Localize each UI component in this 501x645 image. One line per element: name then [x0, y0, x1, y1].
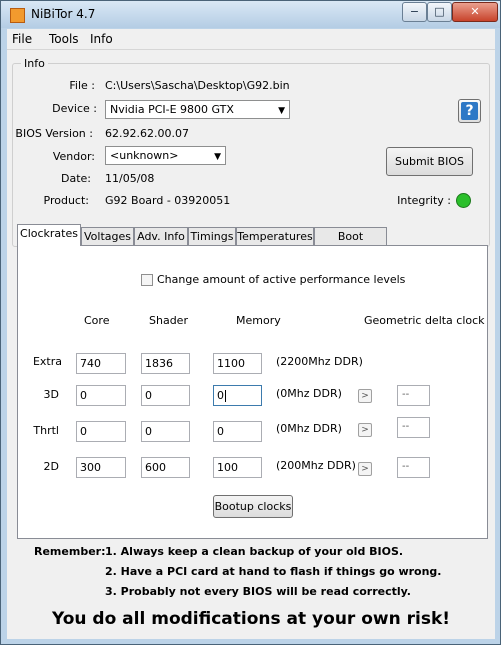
- title-bar[interactable]: NiBiTor 4.7 − □ ✕: [1, 1, 500, 28]
- 3d-delta-arrow-button[interactable]: >: [358, 389, 372, 403]
- device-select-value: Nvidia PCI-E 9800 GTX: [110, 103, 234, 116]
- file-value: C:\Users\Sascha\Desktop\G92.bin: [105, 79, 290, 92]
- integrity-status-icon: [456, 193, 471, 208]
- chevron-down-icon: ▼: [214, 152, 221, 162]
- row-label-2d: 2D: [43, 460, 59, 473]
- menu-tools[interactable]: Tools: [49, 32, 79, 46]
- integrity-label: Integrity :: [397, 194, 451, 207]
- vendor-select-value: <unknown>: [110, 149, 179, 162]
- row-label-3d: 3D: [43, 388, 59, 401]
- remember-label: Remember:: [34, 545, 106, 558]
- thrtl-delta-arrow-button[interactable]: >: [358, 423, 372, 437]
- info-group-label: Info: [21, 57, 48, 70]
- bios-version-value: 62.92.62.00.07: [105, 127, 189, 140]
- thrtl-shader-input[interactable]: 0: [141, 421, 190, 442]
- tab-boot-settings[interactable]: Boot Settings: [314, 227, 387, 260]
- close-button[interactable]: ✕: [452, 2, 498, 22]
- 2d-shader-input[interactable]: 600: [141, 457, 190, 478]
- chevron-down-icon: ▼: [278, 106, 285, 116]
- remember-item-1: 1. Always keep a clean backup of your ol…: [105, 545, 404, 558]
- submit-bios-button[interactable]: Submit BIOS: [386, 147, 473, 176]
- thrtl-core-input[interactable]: 0: [76, 421, 126, 442]
- 2d-ddr-label: (200Mhz DDR): [276, 459, 356, 472]
- extra-core-input[interactable]: 740: [76, 353, 126, 374]
- menu-bar: File Tools Info: [7, 29, 495, 50]
- bootup-clocks-button[interactable]: Bootup clocks: [213, 495, 293, 518]
- shader-header: Shader: [149, 314, 188, 327]
- remember-item-3: 3. Probably not every BIOS will be read …: [105, 585, 411, 598]
- 2d-delta-input[interactable]: --: [397, 457, 430, 478]
- extra-ddr-label: (2200Mhz DDR): [276, 355, 363, 368]
- extra-memory-input[interactable]: 1100: [213, 353, 262, 374]
- device-label: Device :: [52, 102, 97, 115]
- tab-voltages[interactable]: Voltages: [81, 227, 134, 245]
- app-icon: [10, 8, 25, 23]
- product-value: G92 Board - 03920051: [105, 194, 231, 207]
- question-icon: ?: [461, 102, 478, 120]
- 3d-delta-input[interactable]: --: [397, 385, 430, 406]
- tab-adv-info[interactable]: Adv. Info: [134, 227, 188, 245]
- risk-warning: You do all modifications at your own ris…: [51, 609, 451, 629]
- product-label: Product:: [43, 194, 89, 207]
- device-select[interactable]: Nvidia PCI-E 9800 GTX ▼: [105, 100, 290, 119]
- vendor-label: Vendor:: [52, 150, 95, 163]
- bios-version-label: BIOS Version :: [15, 127, 93, 140]
- change-levels-label: Change amount of active performance leve…: [157, 273, 406, 286]
- core-header: Core: [84, 314, 110, 327]
- date-value: 11/05/08: [105, 172, 155, 185]
- row-label-thrtl: Thrtl: [33, 424, 59, 437]
- change-levels-checkbox[interactable]: [141, 274, 153, 286]
- help-button[interactable]: ?: [458, 99, 481, 123]
- date-label: Date:: [61, 172, 91, 185]
- 3d-shader-input[interactable]: 0: [141, 385, 190, 406]
- extra-shader-input[interactable]: 1836: [141, 353, 190, 374]
- app-window: NiBiTor 4.7 − □ ✕ File Tools Info Info F…: [0, 0, 501, 645]
- tab-timings[interactable]: Timings: [188, 227, 236, 245]
- vendor-select[interactable]: <unknown> ▼: [105, 146, 226, 165]
- 3d-ddr-label: (0Mhz DDR): [276, 387, 342, 400]
- text-caret: [225, 390, 226, 402]
- menu-info[interactable]: Info: [90, 32, 113, 46]
- 2d-core-input[interactable]: 300: [76, 457, 126, 478]
- 3d-memory-input[interactable]: 0: [213, 385, 262, 406]
- window-title: NiBiTor 4.7: [31, 7, 96, 21]
- delta-header: Geometric delta clock: [364, 314, 485, 327]
- maximize-button[interactable]: □: [427, 2, 452, 22]
- tab-clockrates[interactable]: Clockrates: [17, 224, 81, 246]
- minimize-button[interactable]: −: [402, 2, 427, 22]
- thrtl-memory-input[interactable]: 0: [213, 421, 262, 442]
- remember-item-2: 2. Have a PCI card at hand to flash if t…: [105, 565, 442, 578]
- thrtl-delta-input[interactable]: --: [397, 417, 430, 438]
- menu-file[interactable]: File: [12, 32, 32, 46]
- row-label-extra: Extra: [32, 355, 62, 368]
- tab-temperatures[interactable]: Temperatures: [236, 227, 314, 245]
- thrtl-ddr-label: (0Mhz DDR): [276, 422, 342, 435]
- file-label: File :: [69, 79, 95, 92]
- 2d-memory-input[interactable]: 100: [213, 457, 262, 478]
- 3d-core-input[interactable]: 0: [76, 385, 126, 406]
- client-area: File Tools Info Info File : C:\Users\Sas…: [7, 29, 495, 639]
- memory-header: Memory: [236, 314, 281, 327]
- 2d-delta-arrow-button[interactable]: >: [358, 462, 372, 476]
- 3d-memory-value: 0: [217, 389, 224, 402]
